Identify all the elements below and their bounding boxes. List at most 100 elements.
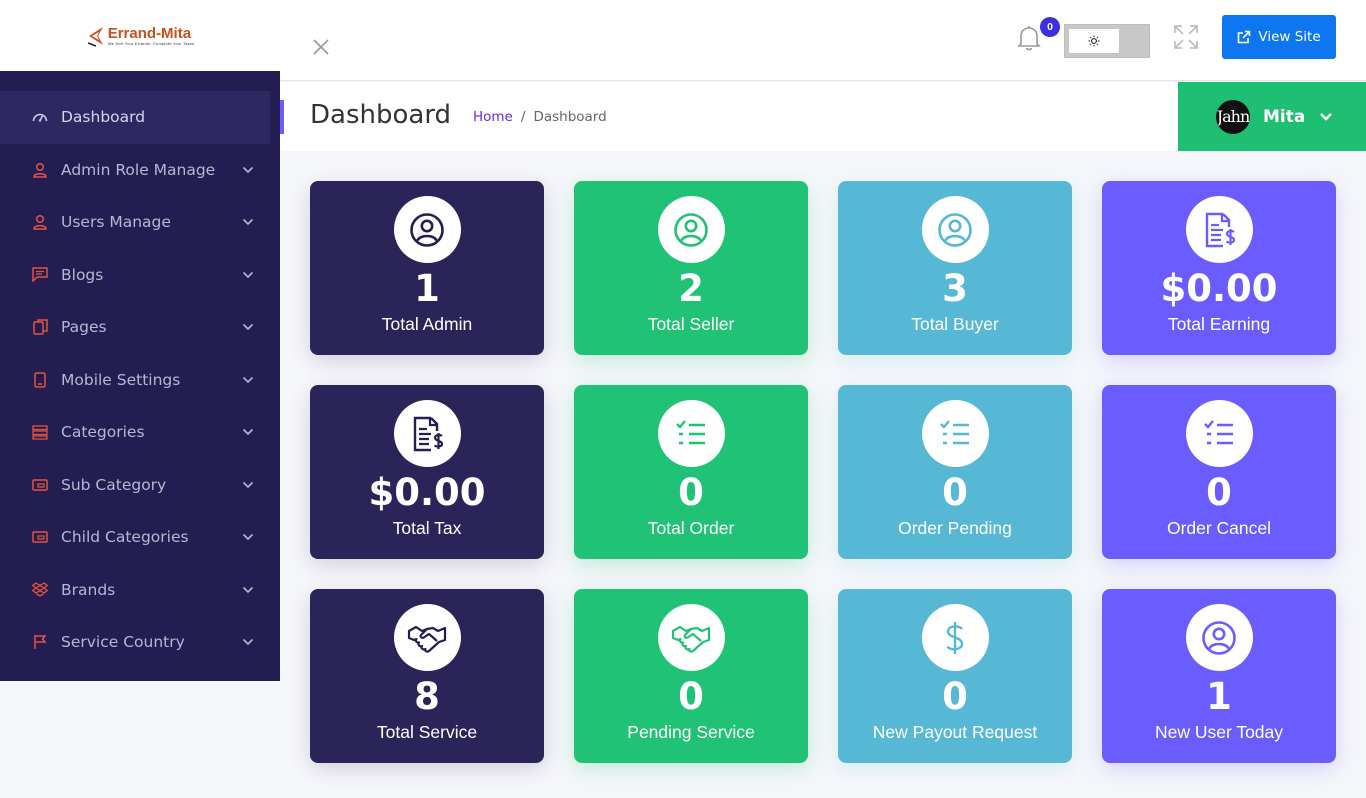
stat-card-order-pending[interactable]: 0 Order Pending [838, 385, 1072, 559]
stat-value: 0 [942, 471, 968, 514]
sidebar-item-brands[interactable]: Brands [0, 564, 280, 617]
stat-value: 0 [678, 675, 704, 718]
avatar: Jahn [1216, 99, 1250, 134]
stat-card-order-cancel[interactable]: 0 Order Cancel [1102, 385, 1336, 559]
user-circle-icon [921, 196, 989, 263]
stat-card-total-earning[interactable]: $0.00 Total Earning [1102, 181, 1336, 355]
sidebar-item-admin-role-manage[interactable]: Admin Role Manage [0, 144, 280, 197]
stat-value: 0 [942, 675, 968, 718]
view-site-button[interactable]: View Site [1222, 15, 1336, 59]
gauge-icon [31, 108, 49, 126]
chevron-down-icon [242, 219, 254, 226]
stat-value: 3 [942, 267, 968, 310]
stat-label: Total Tax [392, 517, 462, 538]
stat-label: Total Buyer [911, 313, 999, 334]
dollar-icon [921, 604, 989, 671]
chevron-down-icon [242, 534, 254, 541]
sidebar-logo-area: Errand-Mita We Sort Your Errands, Comple… [0, 0, 280, 71]
handshake-icon [657, 604, 725, 671]
card-icon [31, 528, 49, 546]
stat-label: Total Earning [1167, 313, 1271, 334]
stat-value: 1 [414, 267, 440, 310]
sun-icon [1069, 29, 1119, 53]
chevron-down-icon [242, 429, 254, 436]
flag-icon [31, 633, 49, 651]
chevron-down-icon [242, 376, 254, 383]
stat-value: 1 [1206, 675, 1232, 718]
stat-card-total-order[interactable]: 0 Total Order [574, 385, 808, 559]
logo-mark-icon [87, 26, 103, 47]
close-icon[interactable] [311, 37, 331, 57]
header-accent-bar [280, 100, 284, 134]
mobile-icon [31, 371, 49, 389]
pages-icon [31, 318, 49, 336]
stat-card-total-tax[interactable]: $0.00 Total Tax [310, 385, 544, 559]
stat-card-new-payout-request[interactable]: 0 New Payout Request [838, 589, 1072, 763]
stat-label: Total Order [647, 517, 735, 538]
stat-label: Order Pending [898, 517, 1012, 538]
logo-tagline: We Sort Your Errands, Complete Your Task… [107, 40, 195, 46]
breadcrumb-separator: / [520, 109, 526, 125]
chevron-down-icon [242, 271, 254, 278]
breadcrumb-current: Dashboard [533, 109, 607, 125]
user-circle-icon [657, 196, 725, 263]
stat-value: $0.00 [1160, 267, 1278, 310]
stat-card-total-seller[interactable]: 2 Total Seller [574, 181, 808, 355]
stat-label: New Payout Request [872, 721, 1038, 742]
breadcrumb: Home / Dashboard [473, 109, 607, 125]
topbar: 0 View Site [280, 0, 1366, 81]
stat-card-new-user-today[interactable]: 1 New User Today [1102, 589, 1336, 763]
list-icon [31, 423, 49, 441]
message-icon [31, 266, 49, 284]
chevron-down-icon [1320, 112, 1333, 121]
sidebar: Dashboard Admin Role Manage Users Manage… [0, 71, 280, 681]
checklist-icon [921, 400, 989, 467]
bell-icon[interactable] [1016, 24, 1042, 52]
chevron-down-icon [242, 324, 254, 331]
sidebar-item-label: Dashboard [61, 108, 146, 127]
user-circle-icon [393, 196, 461, 263]
stat-card-total-buyer[interactable]: 3 Total Buyer [838, 181, 1072, 355]
sidebar-item-dashboard[interactable]: Dashboard [0, 91, 270, 144]
sidebar-item-child-categories[interactable]: Child Categories [0, 511, 280, 564]
theme-toggle[interactable] [1064, 24, 1150, 58]
stat-label: Total Service [376, 721, 478, 742]
stat-card-total-admin[interactable]: 1 Total Admin [310, 181, 544, 355]
user-menu[interactable]: Jahn Mita [1178, 82, 1366, 151]
stat-label: Pending Service [627, 721, 755, 742]
breadcrumb-home-link[interactable]: Home [473, 109, 513, 125]
sidebar-item-users-manage[interactable]: Users Manage [0, 196, 280, 249]
stat-value: $0.00 [368, 471, 486, 514]
checklist-icon [1185, 400, 1253, 467]
logo-text: Errand-Mita We Sort Your Errands, Comple… [108, 26, 195, 46]
fullscreen-icon[interactable] [1173, 24, 1199, 50]
chevron-down-icon [242, 639, 254, 646]
card-icon [31, 476, 49, 494]
sidebar-item-pages[interactable]: Pages [0, 301, 280, 354]
sidebar-item-categories[interactable]: Categories [0, 406, 280, 459]
dropbox-icon [31, 581, 49, 599]
view-site-label: View Site [1258, 29, 1321, 45]
stat-label: Total Seller [647, 313, 735, 334]
logo-title: Errand-Mita [107, 24, 192, 42]
sidebar-item-mobile-settings[interactable]: Mobile Settings [0, 354, 280, 407]
user-name: Mita [1263, 106, 1306, 127]
page-header: Dashboard Home / Dashboard Jahn Mita [280, 82, 1366, 151]
sidebar-item-service-country[interactable]: Service Country [0, 616, 280, 669]
invoice-dollar-icon [1185, 196, 1253, 263]
stat-value: 2 [678, 267, 704, 310]
stat-label: Total Admin [381, 313, 473, 334]
user-icon [31, 213, 49, 231]
stat-card-total-service[interactable]: 8 Total Service [310, 589, 544, 763]
stat-label: New User Today [1154, 721, 1284, 742]
stat-card-pending-service[interactable]: 0 Pending Service [574, 589, 808, 763]
stat-value: 0 [1206, 471, 1232, 514]
stat-label: Order Cancel [1166, 517, 1272, 538]
brand-logo[interactable]: Errand-Mita We Sort Your Errands, Comple… [86, 25, 195, 47]
external-link-icon [1238, 30, 1251, 44]
stat-value: 0 [678, 471, 704, 514]
user-icon [31, 161, 49, 179]
sidebar-item-blogs[interactable]: Blogs [0, 249, 280, 302]
sidebar-item-sub-category[interactable]: Sub Category [0, 459, 280, 512]
chevron-down-icon [242, 166, 254, 173]
